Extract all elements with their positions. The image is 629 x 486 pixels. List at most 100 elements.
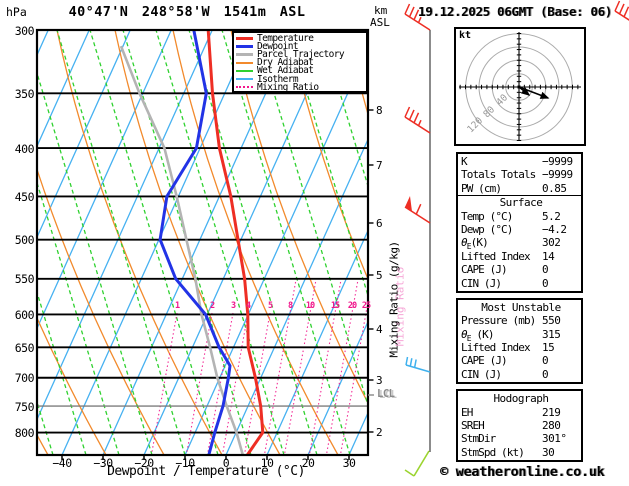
hodograph-unit-label: kt bbox=[459, 30, 472, 41]
station-title: 40°47'N 248°58'W 1541m ASL bbox=[68, 4, 306, 20]
x-tick-label: −20 bbox=[134, 456, 154, 470]
parcel-line-swatch bbox=[236, 52, 253, 56]
pressure-tick-label: 350 bbox=[14, 86, 35, 101]
panel-row: Pressure (mb) 550 bbox=[461, 314, 581, 327]
panel-row: CIN (J) 0 bbox=[461, 277, 581, 290]
indices-group: Surface Temp (°C) 5.2 Dewp (°C) −4.2 θE(K) 302… bbox=[458, 195, 581, 290]
panel-row-label: Pressure (mb) bbox=[461, 314, 536, 328]
height-axis-unit-asl: ASL bbox=[370, 16, 390, 29]
panel-row-label: K bbox=[461, 155, 468, 168]
pressure-tick-label: 550 bbox=[14, 272, 35, 287]
mixing-ratio-axis-label: Mixing Ratio (g/kg) bbox=[387, 241, 401, 358]
panel-row: StmDir 301° bbox=[461, 432, 581, 445]
panel-row-label: SREH bbox=[461, 419, 485, 433]
panel-row: Lifted Index 14 bbox=[461, 250, 581, 263]
panel-row-label: StmDir bbox=[461, 432, 496, 446]
panel-row-value: 0 bbox=[542, 354, 549, 368]
panel-row-label: EH bbox=[461, 405, 473, 419]
mixing-ratio-value-label: 4 bbox=[245, 301, 251, 311]
indices-box: K −9999 Totals Totals −9999 PW (cm) 0.85 Surfa… bbox=[456, 152, 583, 293]
mixing-ratio-value-label: 25 bbox=[361, 301, 371, 311]
indices-group: Most Unstable Pressure (mb) 550 θE (K) 315 Li… bbox=[461, 301, 581, 381]
panel-row: CAPE (J) 0 bbox=[461, 354, 581, 367]
pressure-tick-label: 400 bbox=[14, 141, 35, 156]
legend-box: Temperature Dewpoint Parcel Trajectory Dry … bbox=[232, 31, 368, 93]
km-tick-label: 3 bbox=[376, 373, 383, 387]
panel-row: EH 219 bbox=[461, 406, 581, 419]
panel-row-value: 280 bbox=[542, 419, 561, 433]
x-tick-label: 10 bbox=[260, 456, 274, 470]
panel-row: StmSpd (kt) 30 bbox=[461, 446, 581, 459]
mixing-ratio-value-label: 3 bbox=[230, 301, 236, 311]
dewpoint-line-swatch bbox=[236, 44, 253, 48]
panel-section-title: Most Unstable bbox=[481, 300, 561, 314]
panel-row-label: CIN (J) bbox=[461, 367, 502, 381]
x-tick-label: 0 bbox=[222, 456, 230, 470]
indices-group: K −9999 Totals Totals −9999 PW (cm) 0.85 bbox=[461, 155, 581, 195]
panel-row-label: CIN (J) bbox=[461, 276, 502, 290]
panel-row: CIN (J) 0 bbox=[461, 368, 581, 381]
panel-row-label: Lifted Index bbox=[461, 249, 531, 263]
temperature-line-swatch bbox=[236, 36, 253, 40]
panel-section-title: Surface bbox=[499, 196, 543, 210]
km-tick-label: 6 bbox=[376, 216, 383, 230]
panel-row-value: 14 bbox=[542, 249, 555, 263]
legend-item: Mixing Ratio bbox=[236, 81, 366, 93]
panel-row: SREH 280 bbox=[461, 419, 581, 432]
mixing-ratio-line-swatch bbox=[236, 86, 253, 89]
panel-row: Dewp (°C) −4.2 bbox=[461, 223, 581, 236]
mixing-ratio-value-label: 8 bbox=[287, 301, 293, 311]
indices-panel: K −9999 Totals Totals −9999 PW (cm) 0.85 Surfa… bbox=[456, 152, 583, 467]
legend-item-label: Mixing Ratio bbox=[257, 81, 319, 93]
pressure-tick-label: 600 bbox=[14, 307, 35, 322]
mixing-ratio-value-label: 5 bbox=[267, 301, 273, 311]
panel-row: θE (K) 315 bbox=[461, 328, 581, 343]
panel-row: PW (cm) 0.85 bbox=[461, 182, 581, 195]
panel-row-value: 301° bbox=[542, 432, 567, 446]
panel-section-title: Hodograph bbox=[493, 392, 549, 406]
panel-row-value: −4.2 bbox=[542, 222, 567, 236]
pressure-tick-label: 300 bbox=[14, 23, 35, 38]
indices-box: Hodograph EH 219 SREH 280 StmDir 301° StmSpd (k… bbox=[456, 389, 583, 463]
panel-row-label: Totals Totals bbox=[461, 168, 536, 182]
wet-adiabat-line-swatch bbox=[236, 69, 253, 72]
x-tick-label: −30 bbox=[93, 456, 113, 470]
mixing-ratio-value-label: 1 bbox=[174, 301, 180, 311]
panel-row-label: θE(K) bbox=[461, 236, 489, 252]
legend-item: Temperature bbox=[236, 33, 366, 44]
panel-row: Lifted Index 15 bbox=[461, 341, 581, 354]
panel-row-value: 5.2 bbox=[542, 209, 561, 223]
indices-group: Hodograph EH 219 SREH 280 StmDir 301° StmSpd (k… bbox=[461, 392, 581, 459]
dry-adiabat-line-swatch bbox=[236, 61, 253, 64]
panel-row-value: 302 bbox=[542, 236, 561, 250]
pressure-axis-unit: hPa bbox=[6, 5, 27, 19]
pressure-tick-label: 650 bbox=[14, 340, 35, 355]
pressure-tick-label: 500 bbox=[14, 233, 35, 248]
panel-row-label: PW (cm) bbox=[461, 181, 502, 195]
km-tick-label: 7 bbox=[376, 158, 383, 172]
panel-row-value: 30 bbox=[542, 445, 555, 459]
panel-row: θE(K) 302 bbox=[461, 236, 581, 252]
legend-item: Wet Adiabat bbox=[236, 65, 366, 76]
panel-row-value: 15 bbox=[542, 341, 555, 355]
run-date-title: 19.12.2025 06GMT (Base: 06) bbox=[418, 4, 612, 19]
km-tick-label: 2 bbox=[376, 425, 383, 439]
panel-row: Totals Totals −9999 bbox=[461, 168, 581, 181]
pressure-tick-label: 700 bbox=[14, 371, 35, 386]
km-tick-label: 4 bbox=[376, 322, 383, 336]
x-tick-label: 30 bbox=[342, 456, 356, 470]
panel-row-value: 550 bbox=[542, 314, 561, 328]
panel-row-label: CAPE (J) bbox=[461, 263, 508, 277]
indices-box: Most Unstable Pressure (mb) 550 θE (K) 315 Li… bbox=[456, 297, 583, 385]
pressure-tick-label: 750 bbox=[14, 399, 35, 414]
panel-row-label: Temp (°C) bbox=[461, 209, 513, 223]
panel-row-label: Dewp (°C) bbox=[461, 222, 513, 236]
km-tick-label: 5 bbox=[376, 268, 383, 282]
lcl-marker-label: LCL bbox=[377, 388, 395, 400]
mixing-ratio-value-label: 15 bbox=[330, 301, 340, 311]
panel-row-value: 0 bbox=[542, 263, 549, 277]
pressure-tick-label: 450 bbox=[14, 189, 35, 204]
x-tick-label: 20 bbox=[301, 456, 315, 470]
mixing-ratio-value-label: 2 bbox=[209, 301, 215, 311]
panel-row-value: 0.85 bbox=[542, 181, 567, 195]
